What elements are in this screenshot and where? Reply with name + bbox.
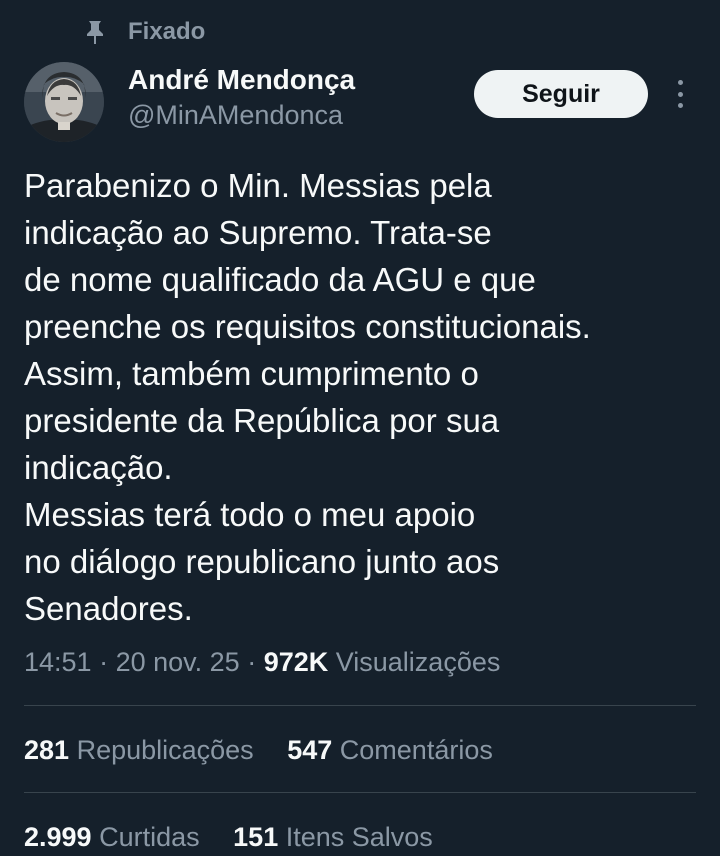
avatar[interactable]	[24, 62, 104, 142]
tweet-time[interactable]: 14:51	[24, 647, 92, 677]
views-count: 972K	[263, 647, 329, 677]
comments-count: 547	[287, 735, 333, 765]
divider	[24, 705, 696, 706]
avatar-photo	[24, 62, 104, 142]
more-vertical-icon[interactable]	[664, 78, 696, 110]
likes-count: 2.999	[24, 822, 92, 852]
meta-separator: ·	[239, 647, 264, 677]
reposts-label: Republicações	[76, 735, 254, 765]
meta-separator: ·	[91, 647, 116, 677]
tweet-line: de nome qualificado da AGU e que	[24, 261, 536, 298]
tweet-text: Parabenizo o Min. Messias pela indicação…	[24, 162, 694, 632]
tweet-line: indicação ao Supremo. Trata-se	[24, 214, 492, 251]
tweet-date[interactable]: 20 nov. 25	[116, 647, 240, 677]
views-label: Visualizações	[335, 647, 501, 677]
likes-label: Curtidas	[99, 822, 200, 852]
engagement-stats: 281 Republicações 547 Comentários	[24, 731, 519, 769]
tweet-line: preenche os requisitos constitucionais.	[24, 308, 591, 345]
saves-label: Itens Salvos	[285, 822, 433, 852]
tweet-line: indicação.	[24, 449, 173, 486]
comments-stat[interactable]: 547 Comentários	[287, 735, 493, 765]
tweet-line: Messias terá todo o meu apoio	[24, 496, 476, 533]
pin-icon	[87, 21, 103, 44]
tweet-line: Senadores.	[24, 590, 193, 627]
tweet-line: Assim, também cumprimento o	[24, 355, 479, 392]
saves-stat[interactable]: 151 Itens Salvos	[233, 822, 433, 852]
saves-count: 151	[233, 822, 279, 852]
tweet-line: no diálogo republicano junto aos	[24, 543, 500, 580]
engagement-stats-secondary: 2.999 Curtidas 151 Itens Salvos	[24, 818, 459, 856]
pinned-indicator: Fixado	[84, 16, 205, 48]
tweet-meta: 14:51 · 20 nov. 25 · 972K Visualizações	[24, 643, 500, 681]
likes-stat[interactable]: 2.999 Curtidas	[24, 822, 200, 852]
follow-button[interactable]: Seguir	[474, 70, 648, 118]
reposts-count: 281	[24, 735, 70, 765]
comments-label: Comentários	[339, 735, 493, 765]
tweet-line: presidente da República por sua	[24, 402, 500, 439]
tweet-line: Parabenizo o Min. Messias pela	[24, 167, 492, 204]
pinned-label: Fixado	[128, 18, 206, 45]
author-handle[interactable]: @MinAMendonca	[128, 100, 343, 131]
reposts-stat[interactable]: 281 Republicações	[24, 735, 254, 765]
divider	[24, 792, 696, 793]
author-name[interactable]: André Mendonça	[128, 64, 355, 96]
